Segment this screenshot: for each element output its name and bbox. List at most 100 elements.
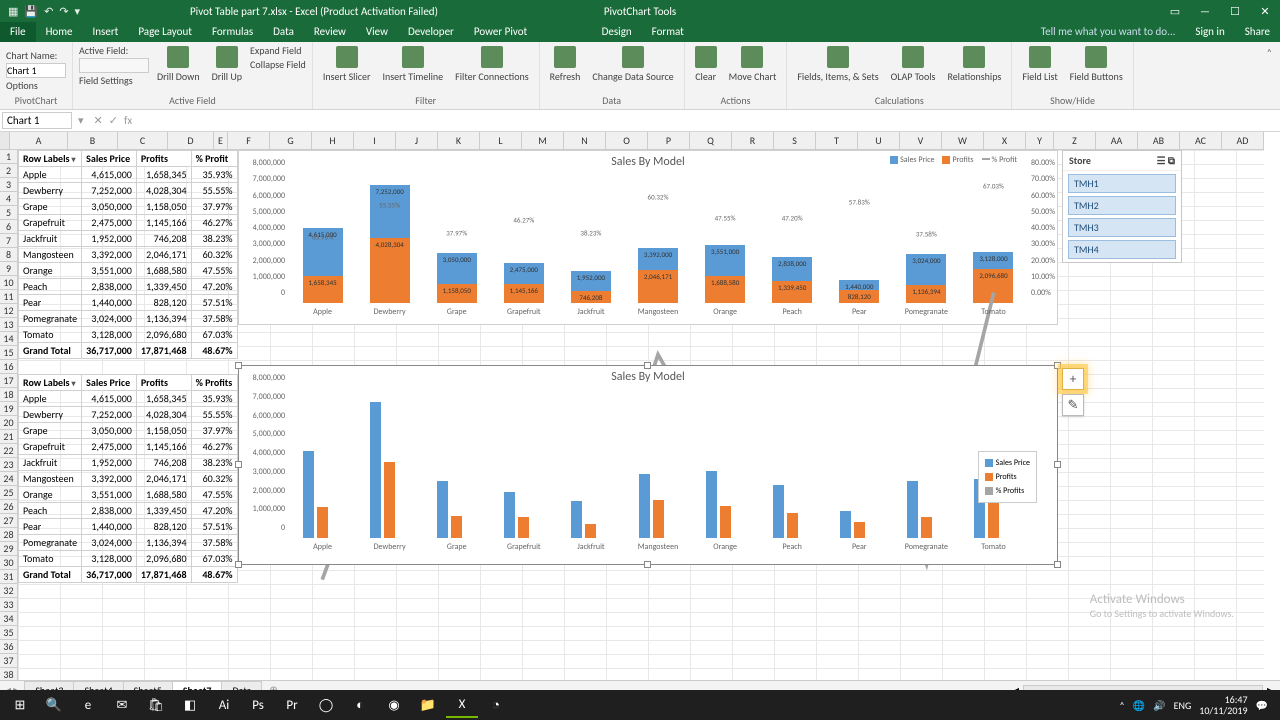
slicer-item-TMH3[interactable]: TMH3 (1068, 218, 1176, 237)
row-header-6[interactable]: 6 (0, 220, 18, 234)
row-header-2[interactable]: 2 (0, 164, 18, 178)
store-icon[interactable]: 🛍 (140, 692, 172, 718)
row-header-30[interactable]: 30 (0, 556, 18, 570)
tell-me[interactable]: Tell me what you want to do... (1031, 22, 1186, 42)
row-header-33[interactable]: 33 (0, 598, 18, 612)
drill-down-button[interactable]: Drill Down (153, 44, 204, 85)
cancel-formula-icon[interactable]: ✕ (94, 114, 103, 127)
table-row[interactable]: Peach2,838,0001,339,45047.20% (19, 279, 238, 295)
insert-timeline-button[interactable]: Insert Timeline (378, 44, 447, 85)
row-header-18[interactable]: 18 (0, 388, 18, 402)
row-header-15[interactable]: 15 (0, 346, 18, 360)
pivot-header[interactable]: Row Labels (19, 151, 82, 167)
pivot-header[interactable]: Profits (136, 375, 191, 391)
row-header-34[interactable]: 34 (0, 612, 18, 626)
row-header-13[interactable]: 13 (0, 318, 18, 332)
row-header-10[interactable]: 10 (0, 276, 18, 290)
table-row[interactable]: Apple4,615,0001,658,34535.93% (19, 167, 238, 183)
chart-name-input[interactable] (6, 63, 66, 78)
table-row[interactable]: Tomato3,128,0002,096,68067.03% (19, 551, 238, 567)
row-header-21[interactable]: 21 (0, 430, 18, 444)
chart-elements-button[interactable]: + (1062, 368, 1084, 390)
col-header-T[interactable]: T (816, 132, 858, 149)
tab-file[interactable]: File (0, 22, 36, 42)
slicer-store[interactable]: Store ☰ ⧉ TMH1TMH2TMH3TMH4 (1062, 150, 1182, 263)
app-icon-5[interactable]: ◯ (310, 692, 342, 718)
col-header-M[interactable]: M (522, 132, 564, 149)
table-row[interactable]: Mangosteen3,392,0002,046,17160.32% (19, 471, 238, 487)
row-header-4[interactable]: 4 (0, 192, 18, 206)
row-header-17[interactable]: 17 (0, 374, 18, 388)
col-header-A[interactable]: A (10, 132, 68, 149)
formula-input[interactable] (138, 120, 1280, 122)
table-row[interactable]: Jackfruit1,952,000746,20838.23% (19, 231, 238, 247)
tray-network-icon[interactable]: 🌐 (1133, 699, 1145, 712)
table-row[interactable]: Grape3,050,0001,158,05037.97% (19, 423, 238, 439)
share[interactable]: Share (1235, 22, 1280, 42)
clear-button[interactable]: Clear (691, 44, 721, 85)
save-icon[interactable]: 💾 (24, 5, 38, 18)
col-header-L[interactable]: L (480, 132, 522, 149)
table-row[interactable]: Orange3,551,0001,688,58047.55% (19, 487, 238, 503)
maximize-icon[interactable]: ☐ (1220, 5, 1250, 18)
table-row[interactable]: Grape3,050,0001,158,05037.97% (19, 199, 238, 215)
cells[interactable]: Row LabelsSales PriceProfits% ProfitAppl… (18, 150, 1264, 680)
chart-2[interactable]: Sales By Model 01,000,0002,000,0003,000,… (238, 365, 1058, 565)
tab-insert[interactable]: Insert (83, 22, 129, 42)
col-header-Q[interactable]: Q (690, 132, 732, 149)
select-all-corner[interactable] (0, 132, 10, 149)
row-header-5[interactable]: 5 (0, 206, 18, 220)
table-row[interactable]: Jackfruit1,952,000746,20838.23% (19, 455, 238, 471)
app-icon-7[interactable]: ◔ (480, 692, 512, 718)
tab-view[interactable]: View (356, 22, 398, 42)
table-row[interactable]: Peach2,838,0001,339,45047.20% (19, 503, 238, 519)
row-header-1[interactable]: 1 (0, 150, 18, 164)
col-header-C[interactable]: C (118, 132, 168, 149)
col-header-Y[interactable]: Y (1026, 132, 1054, 149)
signin[interactable]: Sign in (1185, 22, 1234, 42)
app-icon-2[interactable]: Ai (208, 692, 240, 718)
col-header-N[interactable]: N (564, 132, 606, 149)
redo-icon[interactable]: ↷ (59, 5, 68, 18)
app-icon-4[interactable]: Pr (276, 692, 308, 718)
row-header-32[interactable]: 32 (0, 584, 18, 598)
fields-items-sets-button[interactable]: Fields, Items, & Sets (793, 44, 882, 85)
row-header-22[interactable]: 22 (0, 444, 18, 458)
col-header-AA[interactable]: AA (1096, 132, 1138, 149)
row-header-29[interactable]: 29 (0, 542, 18, 556)
insert-slicer-button[interactable]: Insert Slicer (319, 44, 375, 85)
row-header-8[interactable]: 8 (0, 248, 18, 262)
tray-volume-icon[interactable]: 🔊 (1153, 699, 1165, 712)
explorer-icon[interactable]: 📁 (412, 692, 444, 718)
table-row[interactable]: Orange3,551,0001,688,58047.55% (19, 263, 238, 279)
field-buttons-button[interactable]: Field Buttons (1066, 44, 1127, 85)
col-header-W[interactable]: W (942, 132, 984, 149)
qat-customize-icon[interactable]: ▾ (75, 5, 81, 18)
tab-home[interactable]: Home (36, 22, 83, 42)
tab-power-pivot[interactable]: Power Pivot (464, 22, 537, 42)
row-header-28[interactable]: 28 (0, 528, 18, 542)
col-header-V[interactable]: V (900, 132, 942, 149)
pivot-table-2[interactable]: Row LabelsSales PriceProfits% ProfitsApp… (18, 374, 238, 583)
row-header-37[interactable]: 37 (0, 654, 18, 668)
pivot-header[interactable]: Sales Price (82, 375, 137, 391)
col-header-H[interactable]: H (312, 132, 354, 149)
field-list-button[interactable]: Field List (1018, 44, 1061, 85)
slicer-item-TMH2[interactable]: TMH2 (1068, 196, 1176, 215)
name-box[interactable]: Chart 1 (2, 112, 72, 129)
app-icon-3[interactable]: Ps (242, 692, 274, 718)
table-row[interactable]: Apple4,615,0001,658,34535.93% (19, 391, 238, 407)
table-row[interactable]: Grapefruit2,475,0001,145,16646.27% (19, 215, 238, 231)
chart-2-legend[interactable]: Sales Price Profits % Profits (978, 451, 1037, 503)
row-header-25[interactable]: 25 (0, 486, 18, 500)
col-header-F[interactable]: F (228, 132, 270, 149)
col-header-J[interactable]: J (396, 132, 438, 149)
table-row[interactable]: Pomegranate3,024,0001,136,39437.58% (19, 535, 238, 551)
pivot-header[interactable]: Profits (136, 151, 191, 167)
active-field-input[interactable] (79, 58, 149, 73)
minimize-icon[interactable]: — (1190, 5, 1220, 18)
relationships-button[interactable]: Relationships (943, 44, 1005, 85)
row-header-19[interactable]: 19 (0, 402, 18, 416)
change-data-source-button[interactable]: Change Data Source (588, 44, 677, 85)
row-header-36[interactable]: 36 (0, 640, 18, 654)
